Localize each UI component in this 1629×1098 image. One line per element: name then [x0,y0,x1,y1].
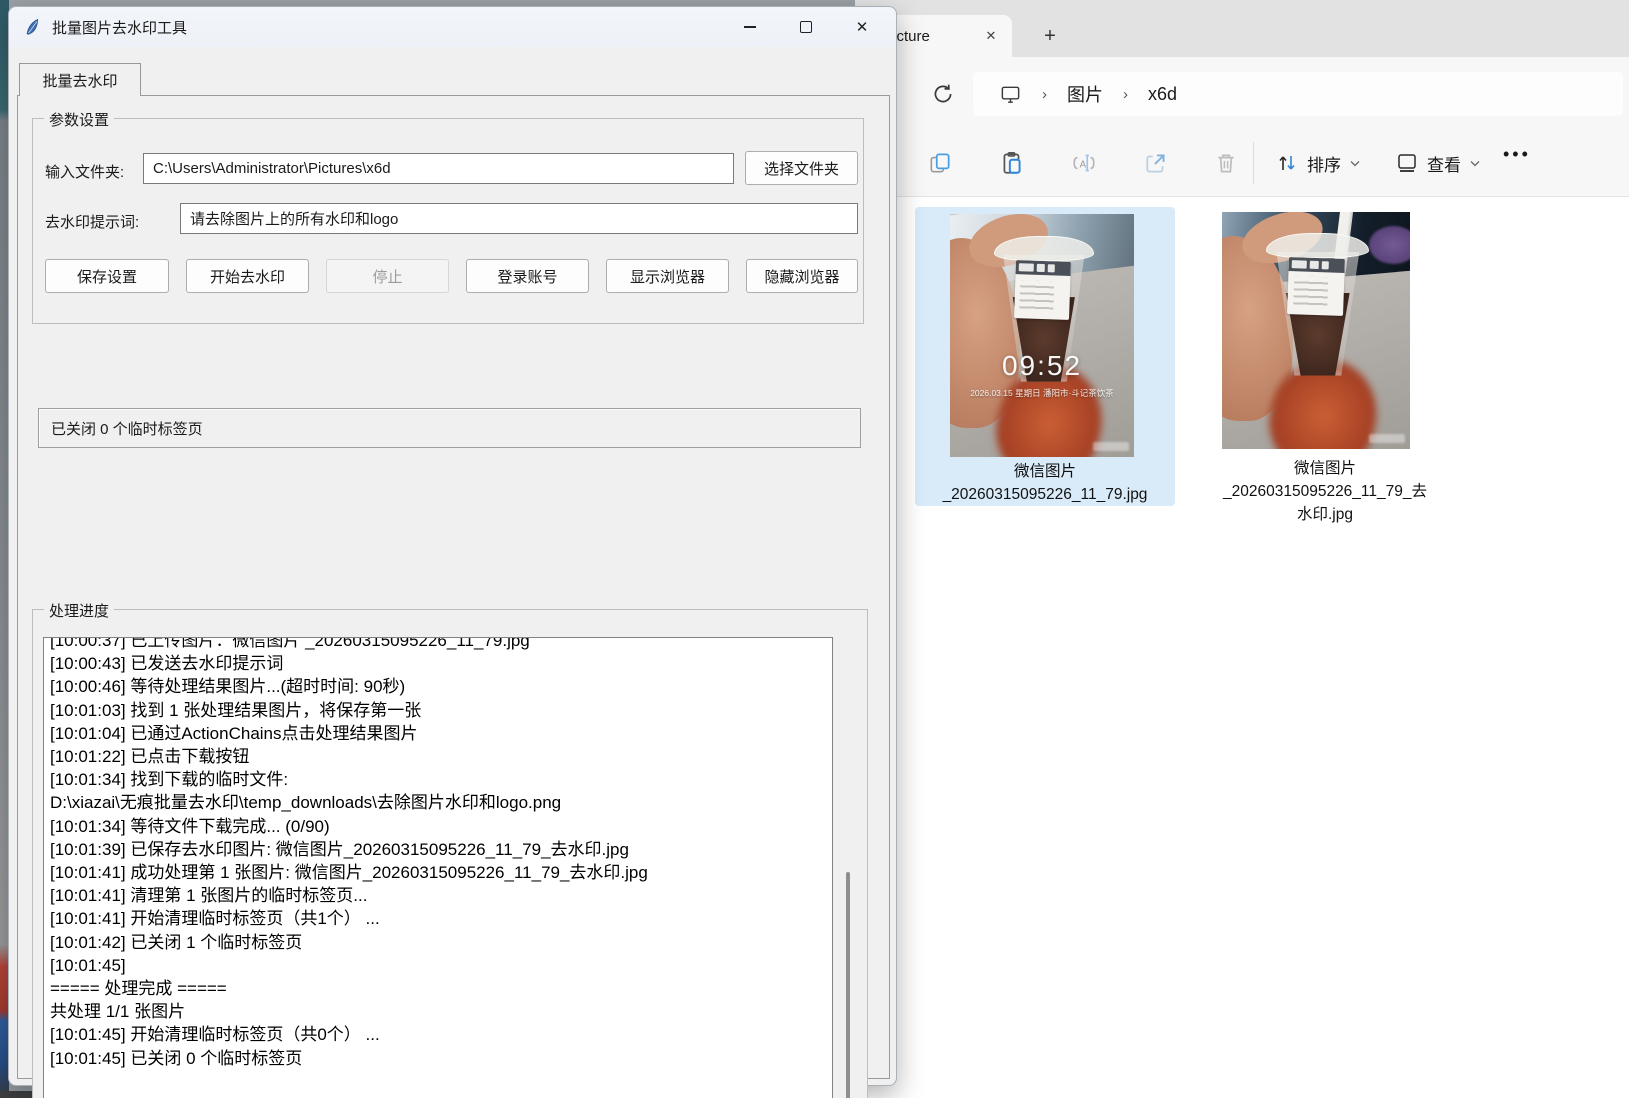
title-bar[interactable]: 批量图片去水印工具 ✕ [9,7,896,47]
chevron-right-icon: › [1042,86,1047,103]
photo-time-watermark: 09:52 [950,350,1134,382]
choose-folder-button[interactable]: 选择文件夹 [745,151,858,185]
explorer-file-list: 09:52 2026.03.15 星期日 潘阳市·斗记茶饮茶 微信图片 _202… [855,198,1629,1098]
delete-icon[interactable] [1213,150,1239,176]
watermark-tool-window: 批量图片去水印工具 ✕ 批量去水印 参数设置 输入文件夹: C:\Users\A… [8,6,897,1086]
breadcrumb-item-x6d[interactable]: x6d [1148,84,1177,105]
progress-group-title: 处理进度 [44,600,114,621]
tab-close-icon[interactable]: ✕ [980,25,1002,47]
show-browser-button[interactable]: 显示浏览器 [606,259,729,293]
window-title: 批量图片去水印工具 [52,17,187,38]
tab-batch-dewatermark[interactable]: 批量去水印 [19,63,141,96]
rename-icon[interactable]: A [1071,150,1097,176]
notebook-pane: 参数设置 输入文件夹: C:\Users\Administrator\Pictu… [17,95,890,1079]
file-name: 微信图片 _20260315095226_11_79.jpg [915,460,1175,506]
paste-icon[interactable] [999,150,1025,176]
file-explorer-window: r\Picture ✕ + › 图片 › x6d A [855,0,1629,1098]
photo-thumbnail [1222,212,1410,449]
params-group: 参数设置 输入文件夹: C:\Users\Administrator\Pictu… [32,118,864,324]
file-item-original[interactable]: 09:52 2026.03.15 星期日 潘阳市·斗记茶饮茶 微信图片 _202… [915,207,1175,506]
status-frame: 已关闭 0 个临时标签页 [38,408,861,448]
explorer-tab-bar: r\Picture ✕ + [855,0,1629,57]
save-settings-button[interactable]: 保存设置 [45,259,169,293]
log-text[interactable]: [10:00:37] 已上传图片：微信图片 _20260315095226_11… [43,637,833,1098]
breadcrumb-item-pictures[interactable]: 图片 [1067,81,1103,107]
sort-icon [1275,151,1299,175]
breadcrumb[interactable]: › 图片 › x6d [973,72,1623,116]
minimize-button[interactable] [722,7,778,47]
log-lines: [10:00:37] 已上传图片：微信图片 _20260315095226_11… [50,637,826,1070]
log-scrollbar[interactable] [846,872,850,1098]
svg-text:A: A [1080,159,1087,170]
photo-corner-watermark [1369,434,1405,443]
view-button[interactable]: 查看 [1395,148,1481,178]
prompt-field[interactable]: 请去除图片上的所有水印和logo [180,203,858,234]
input-folder-field[interactable]: C:\Users\Administrator\Pictures\x6d [143,153,734,184]
this-pc-icon[interactable] [999,83,1022,106]
stop-button[interactable]: 停止 [326,259,449,293]
start-button[interactable]: 开始去水印 [186,259,309,293]
share-icon[interactable] [1143,150,1169,176]
toolbar-divider [1253,142,1254,184]
maximize-button[interactable] [778,7,834,47]
status-text: 已关闭 0 个临时标签页 [51,418,203,439]
prompt-label: 去水印提示词: [45,211,139,232]
sort-button[interactable]: 排序 [1275,148,1361,178]
chevron-down-icon [1469,157,1481,169]
more-options-button[interactable]: ••• [1503,144,1531,165]
input-folder-label: 输入文件夹: [45,161,124,182]
new-tab-button[interactable]: + [1035,22,1065,52]
file-item-dewatermarked[interactable]: 微信图片 _20260315095226_11_79_去 水印.jpg [1205,207,1445,530]
params-group-title: 参数设置 [44,109,114,130]
chevron-down-icon [1349,157,1361,169]
login-button[interactable]: 登录账号 [466,259,589,293]
explorer-toolbar: A 排序 查看 ••• [855,130,1629,197]
photo-date-watermark: 2026.03.15 星期日 潘阳市·斗记茶饮茶 [950,387,1134,399]
app-feather-icon [24,18,43,37]
progress-group: 处理进度 [10:00:37] 已上传图片：微信图片 _202603150952… [32,609,868,1098]
hide-browser-button[interactable]: 隐藏浏览器 [746,259,858,293]
photo-thumbnail: 09:52 2026.03.15 星期日 潘阳市·斗记茶饮茶 [950,214,1134,457]
chevron-right-icon: › [1123,86,1128,103]
refresh-icon[interactable] [930,81,956,107]
close-button[interactable]: ✕ [834,7,890,47]
file-name: 微信图片 _20260315095226_11_79_去 水印.jpg [1205,457,1445,526]
explorer-address-bar: › 图片 › x6d [855,57,1629,130]
copy-icon[interactable] [927,150,953,176]
view-icon [1395,151,1419,175]
photo-corner-watermark [1093,442,1129,451]
